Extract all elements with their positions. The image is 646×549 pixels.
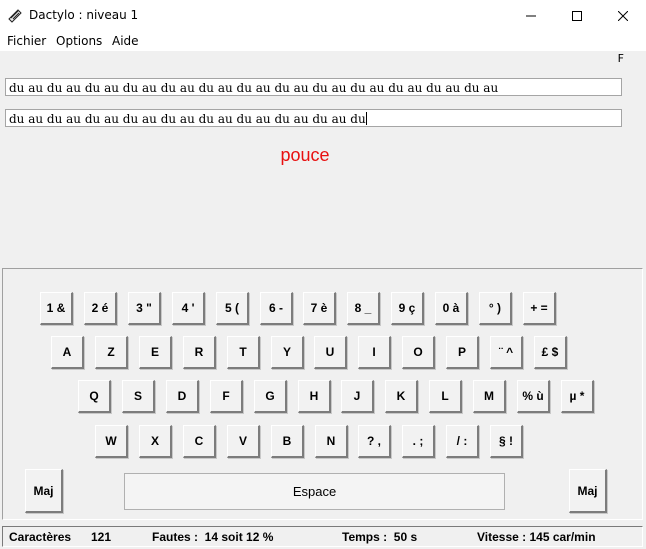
close-button[interactable] — [600, 0, 646, 31]
key-space[interactable]: Espace — [124, 473, 505, 510]
key-4-8[interactable]: . ; — [402, 425, 435, 458]
key-4-9[interactable]: / : — [446, 425, 479, 458]
menu-options[interactable]: Options — [56, 34, 102, 48]
key-2-9[interactable]: O — [402, 336, 435, 369]
menu-fichier[interactable]: Fichier — [7, 34, 46, 48]
key-2-3[interactable]: E — [139, 336, 172, 369]
maximize-button[interactable] — [554, 0, 600, 31]
key-2-11[interactable]: ¨ ^ — [490, 336, 523, 369]
key-4-6[interactable]: N — [315, 425, 348, 458]
typed-text: du au du au du au du au du au du au du a… — [9, 112, 366, 126]
key-1-1[interactable]: 1 & — [40, 292, 73, 325]
title-bar[interactable]: Dactylo : niveau 1 — [0, 0, 646, 31]
key-3-2[interactable]: S — [122, 380, 155, 413]
key-3-1[interactable]: Q — [78, 380, 111, 413]
model-text: du au du au du au du au du au du au du a… — [9, 81, 499, 95]
key-1-3[interactable]: 3 " — [128, 292, 161, 325]
text-caret — [365, 112, 367, 125]
key-1-8[interactable]: 8 _ — [347, 292, 380, 325]
key-1-6[interactable]: 6 - — [260, 292, 293, 325]
key-4-3[interactable]: C — [183, 425, 216, 458]
key-2-6[interactable]: Y — [271, 336, 304, 369]
key-4-1[interactable]: W — [95, 425, 128, 458]
key-1-7[interactable]: 7 è — [303, 292, 336, 325]
key-4-10[interactable]: § ! — [490, 425, 523, 458]
key-3-3[interactable]: D — [166, 380, 199, 413]
maximize-icon — [572, 10, 582, 21]
key-1-9[interactable]: 9 ç — [391, 292, 424, 325]
key-maj-right[interactable]: Maj — [569, 469, 607, 513]
key-1-4[interactable]: 4 ' — [172, 292, 205, 325]
key-2-8[interactable]: I — [358, 336, 391, 369]
key-3-10[interactable]: M — [473, 380, 506, 413]
key-3-5[interactable]: G — [254, 380, 287, 413]
key-4-2[interactable]: X — [139, 425, 172, 458]
key-2-4[interactable]: R — [183, 336, 216, 369]
typewriter-icon — [7, 7, 23, 27]
key-2-7[interactable]: U — [314, 336, 347, 369]
key-2-5[interactable]: T — [227, 336, 260, 369]
status-time: Temps : 50 s — [342, 530, 418, 544]
key-3-11[interactable]: % ù — [517, 380, 550, 413]
key-3-4[interactable]: F — [210, 380, 243, 413]
key-2-2[interactable]: Z — [95, 336, 128, 369]
status-chars-label: Caractères — [9, 530, 72, 544]
key-3-7[interactable]: J — [341, 380, 374, 413]
minimize-icon — [526, 15, 536, 16]
typing-input[interactable]: du au du au du au du au du au du au du a… — [5, 109, 622, 127]
key-1-2[interactable]: 2 é — [84, 292, 117, 325]
key-1-10[interactable]: 0 à — [435, 292, 468, 325]
menu-bar: Fichier Options Aide — [0, 31, 646, 51]
finger-hint: pouce — [280, 145, 330, 165]
status-chars-value: 121 — [91, 530, 112, 544]
key-3-9[interactable]: L — [429, 380, 462, 413]
key-2-12[interactable]: £ $ — [534, 336, 567, 369]
status-speed: Vitesse : 145 car/min — [477, 530, 596, 544]
minimize-button[interactable] — [508, 0, 554, 31]
key-1-12[interactable]: + = — [523, 292, 556, 325]
key-4-7[interactable]: ? , — [358, 425, 391, 458]
mode-indicator: F — [617, 52, 624, 65]
key-3-6[interactable]: H — [298, 380, 331, 413]
key-maj-left[interactable]: Maj — [25, 469, 63, 513]
status-bar: Caractères 121 Fautes : 14 soit 12 % Tem… — [2, 526, 643, 547]
close-icon — [618, 10, 628, 21]
key-3-12[interactable]: µ * — [561, 380, 594, 413]
window-title: Dactylo : niveau 1 — [29, 8, 139, 22]
key-1-11[interactable]: ° ) — [479, 292, 512, 325]
key-2-1[interactable]: A — [51, 336, 84, 369]
key-2-10[interactable]: P — [446, 336, 479, 369]
model-text-field: du au du au du au du au du au du au du a… — [5, 78, 622, 96]
menu-aide[interactable]: Aide — [112, 34, 139, 48]
key-4-4[interactable]: V — [227, 425, 260, 458]
key-4-5[interactable]: B — [271, 425, 304, 458]
key-1-5[interactable]: 5 ( — [216, 292, 249, 325]
key-3-8[interactable]: K — [385, 380, 418, 413]
status-errors: Fautes : 14 soit 12 % — [152, 530, 274, 544]
